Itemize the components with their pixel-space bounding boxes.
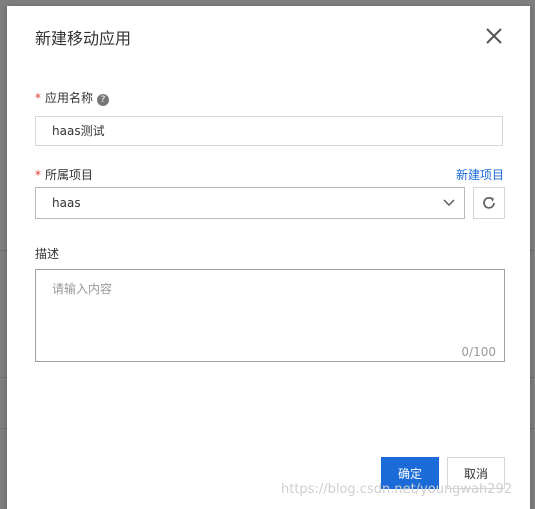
project-select[interactable]: haas xyxy=(35,187,465,219)
description-textarea[interactable]: 请输入内容 0/100 xyxy=(35,269,505,362)
close-button[interactable] xyxy=(484,26,504,46)
watermark: https://blog.csdn.net/youngwah292 xyxy=(281,482,513,497)
project-label-text: 所属项目 xyxy=(45,168,94,182)
description-placeholder: 请输入内容 xyxy=(52,282,113,296)
close-icon xyxy=(486,28,502,44)
project-label: * 所属项目 xyxy=(35,166,93,183)
help-icon[interactable]: ? xyxy=(97,94,110,106)
refresh-button[interactable] xyxy=(473,187,505,219)
app-name-label: * 应用名称? xyxy=(35,89,110,106)
app-name-label-text: 应用名称 xyxy=(45,91,94,105)
required-mark: * xyxy=(35,168,41,182)
required-mark: * xyxy=(35,91,41,105)
character-counter: 0/100 xyxy=(461,345,496,359)
new-project-link[interactable]: 新建项目 xyxy=(456,166,504,183)
description-label: 描述 xyxy=(35,247,60,261)
chevron-down-icon xyxy=(443,199,455,206)
new-mobile-app-dialog: 新建移动应用 * 应用名称? haas测试 * 所属项目 新建项目 haas 描述 … xyxy=(7,6,530,509)
app-name-value: haas测试 xyxy=(52,124,105,138)
dialog-title: 新建移动应用 xyxy=(35,29,132,48)
project-select-value: haas xyxy=(52,196,81,210)
refresh-icon xyxy=(483,196,495,209)
app-name-input[interactable]: haas测试 xyxy=(35,116,503,146)
